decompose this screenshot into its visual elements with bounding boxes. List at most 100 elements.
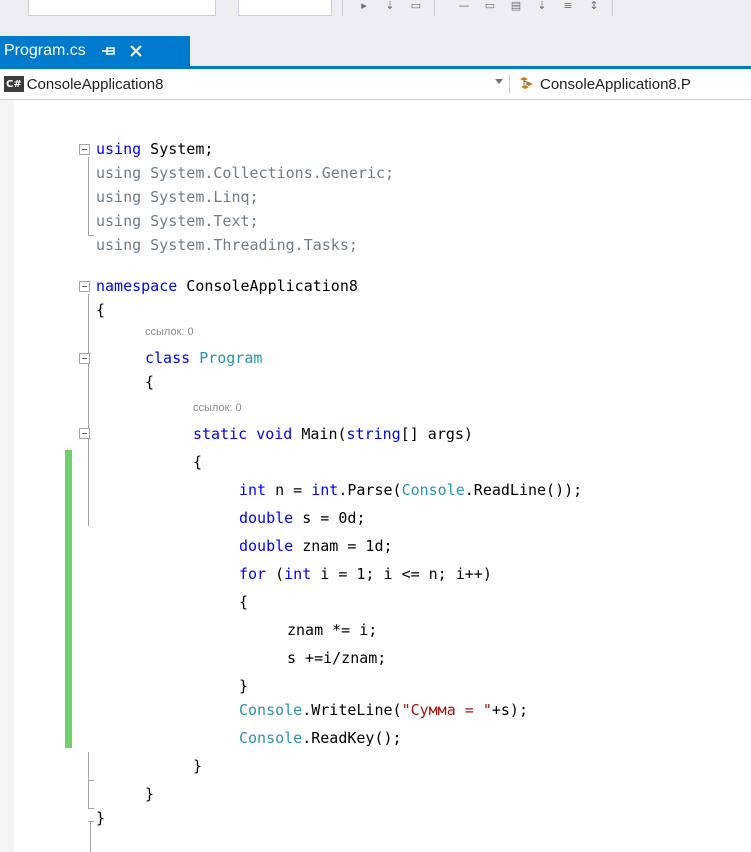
code-line: double s = 0d;	[239, 506, 365, 530]
code-editor[interactable]: using System; using System.Collections.G…	[0, 100, 751, 852]
outline-line-class-end	[88, 780, 89, 808]
type-name: Program	[199, 349, 263, 367]
csharp-icon: C#	[4, 76, 24, 92]
type-name: Console	[239, 701, 303, 719]
code-text: znam = 1d;	[293, 537, 393, 555]
navigation-bar: C# ConsoleApplication8 ConsoleApplicatio…	[0, 69, 751, 100]
code-text: ConsoleApplication8	[177, 277, 358, 295]
outline-line-main-end	[88, 752, 89, 780]
code-line: static void Main(string[] args)	[193, 422, 473, 446]
code-line: using System.Linq;	[96, 188, 259, 206]
toolbar-separator	[342, 0, 343, 16]
project-dropdown[interactable]: C# ConsoleApplication8	[4, 73, 505, 95]
code-text: .ReadKey();	[302, 729, 402, 747]
keyword: using	[96, 140, 142, 158]
code-line: double znam = 1d;	[239, 534, 393, 558]
selection-margin	[0, 100, 14, 852]
code-text: [] args)	[400, 425, 473, 443]
class-dropdown[interactable]: ConsoleApplication8.P	[518, 73, 691, 95]
step-over-icon[interactable]: ⇣	[534, 0, 550, 14]
outline-end-usings	[88, 235, 94, 236]
keyword: double	[239, 537, 294, 555]
solution-config-combo[interactable]	[28, 0, 216, 16]
keyword: int	[239, 481, 267, 499]
platform-combo[interactable]	[238, 0, 332, 16]
type-name: Console	[401, 481, 465, 499]
code-text: System;	[141, 140, 214, 158]
code-line: for (int i = 1; i <= n; i++)	[239, 562, 492, 586]
pin-icon[interactable]	[100, 41, 118, 61]
keyword: static	[193, 425, 248, 443]
toolbar: ▸ ⇣ ▭ — ▭ ▤ ⇣ ≡ ↕	[0, 0, 751, 29]
code-line: }	[145, 785, 155, 803]
code-line: namespace ConsoleApplication8	[96, 274, 358, 298]
keyword: string	[346, 425, 401, 443]
uncomment-icon[interactable]: ▭	[482, 0, 498, 14]
code-line: using System.Collections.Generic;	[96, 164, 395, 182]
keyword: double	[239, 509, 294, 527]
tab-program-cs[interactable]: Program.cs	[0, 36, 190, 66]
fold-toggle-main[interactable]	[79, 428, 90, 439]
close-icon[interactable]	[126, 41, 146, 61]
code-text: s = 0d;	[293, 509, 366, 527]
step-icon[interactable]: ⇣	[382, 0, 398, 14]
comment-icon[interactable]: —	[456, 0, 472, 14]
code-line: using System;	[96, 137, 213, 161]
code-text: i = 1; i <= n; i++)	[311, 565, 492, 583]
string-literal: "Сумма = "	[401, 701, 492, 719]
type-name: Console	[239, 729, 303, 747]
code-text: n =	[266, 481, 312, 499]
outline-line-main	[88, 440, 89, 510]
format-icon[interactable]: ↕	[586, 0, 602, 14]
start-icon[interactable]: ▸	[356, 0, 372, 14]
keyword: class	[145, 349, 191, 367]
document-tab-strip: Program.cs	[0, 28, 751, 66]
keyword: void	[256, 425, 293, 443]
code-line: znam *= i;	[287, 621, 378, 639]
window-icon[interactable]: ▭	[408, 0, 424, 14]
outline-end-class	[88, 808, 94, 809]
code-line: {	[193, 453, 203, 471]
code-line: {	[239, 593, 249, 611]
tab-title: Program.cs	[4, 42, 86, 59]
align-icon[interactable]: ≡	[560, 0, 576, 14]
code-line: class Program	[145, 346, 262, 370]
bookmark-icon[interactable]: ▤	[508, 0, 524, 14]
code-line: s +=i/znam;	[287, 649, 387, 667]
code-text: (	[266, 565, 285, 583]
navbar-separator	[509, 74, 510, 94]
text-caret-line	[90, 822, 91, 852]
toolbar-separator	[434, 0, 435, 16]
code-line: {	[145, 373, 155, 391]
code-line: }	[239, 677, 249, 695]
code-line: {	[96, 301, 106, 319]
code-line: Console.WriteLine("Сумма = "+s);	[239, 698, 528, 722]
code-text: +s);	[491, 701, 528, 719]
visual-studio-window: ▸ ⇣ ▭ — ▭ ▤ ⇣ ≡ ↕ Program.cs C# ConsoleA…	[0, 0, 751, 852]
class-path: ConsoleApplication8.P	[540, 75, 691, 93]
change-indicator	[65, 450, 72, 748]
code-line: }	[193, 757, 203, 775]
code-line: }	[96, 809, 106, 827]
keyword: for	[239, 565, 267, 583]
fold-toggle-usings[interactable]	[79, 144, 90, 155]
code-text: .Parse(	[338, 481, 402, 499]
code-line: using System.Text;	[96, 212, 259, 230]
code-line: Console.ReadKey();	[239, 726, 402, 750]
code-line: using System.Threading.Tasks;	[96, 236, 358, 254]
outline-end-namespace	[88, 821, 94, 822]
class-icon	[518, 76, 536, 92]
fold-toggle-class[interactable]	[79, 353, 90, 364]
codelens-references[interactable]: ссылок: 0	[193, 402, 242, 414]
codelens-references[interactable]: ссылок: 0	[145, 326, 194, 338]
keyword: int	[311, 481, 339, 499]
outline-line-usings	[88, 157, 89, 235]
keyword: int	[284, 565, 312, 583]
fold-toggle-namespace[interactable]	[79, 281, 90, 292]
keyword: namespace	[96, 277, 178, 295]
code-line: int n = int.Parse(Console.ReadLine());	[239, 478, 582, 502]
code-text: .WriteLine(	[302, 701, 402, 719]
code-text: Main(	[292, 425, 347, 443]
chevron-down-icon[interactable]	[495, 79, 503, 84]
project-name: ConsoleApplication8	[26, 75, 164, 93]
